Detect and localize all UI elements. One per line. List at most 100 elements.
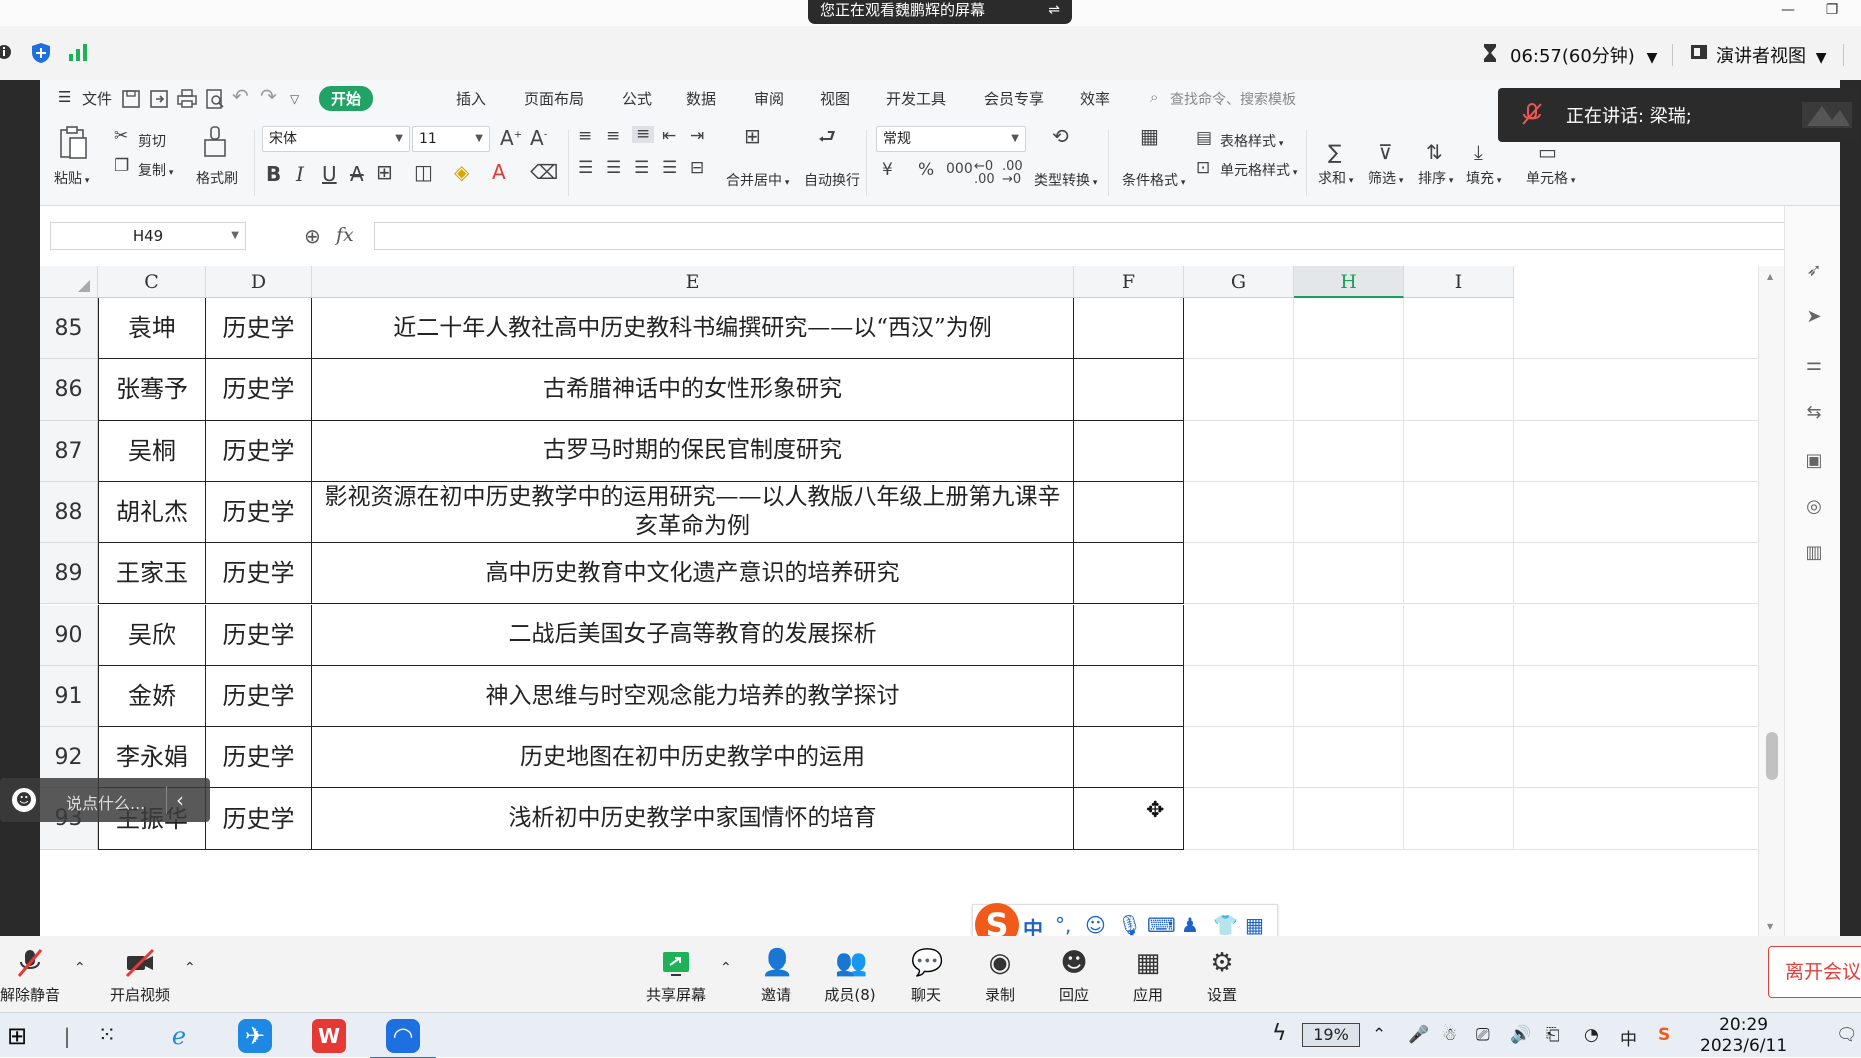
empty-cell[interactable] xyxy=(1514,420,1784,482)
unmute-button[interactable]: 解除静音 xyxy=(0,936,70,1005)
sort-icon[interactable]: ⇅ xyxy=(1426,142,1443,162)
indent-increase-icon[interactable]: ⇥ xyxy=(690,128,704,145)
battery-indicator[interactable]: 19% xyxy=(1302,1023,1360,1047)
empty-cell[interactable] xyxy=(1184,298,1294,360)
empty-cell[interactable] xyxy=(1184,420,1294,482)
cell-major[interactable]: 历史学 xyxy=(206,788,312,850)
column-header-i[interactable]: I xyxy=(1404,266,1514,298)
empty-cell[interactable] xyxy=(1514,604,1784,666)
font-name-select[interactable]: 宋体 ▼ xyxy=(262,126,410,152)
empty-cell[interactable] xyxy=(1514,359,1784,421)
empty-cell[interactable] xyxy=(1294,481,1404,544)
column-header-f[interactable]: F xyxy=(1074,266,1184,298)
cell-major[interactable]: 历史学 xyxy=(206,543,312,605)
reaction-button[interactable]: ☻ 回应 xyxy=(1034,936,1114,1005)
font-size-select[interactable]: 11 ▼ xyxy=(412,126,490,152)
decrease-font-icon[interactable]: A- xyxy=(530,128,547,148)
filter-icon[interactable]: ⊽ xyxy=(1378,142,1393,162)
scrollbar-thumb[interactable] xyxy=(1766,732,1778,780)
name-box[interactable]: H49 ▼ xyxy=(50,222,246,250)
cell-name[interactable]: 张骞予 xyxy=(98,359,206,421)
align-left-icon[interactable]: ☰ xyxy=(578,160,593,177)
share-options-icon[interactable]: ⇌ xyxy=(1048,0,1060,20)
column-header-e[interactable]: E xyxy=(312,266,1074,298)
fill-down-icon[interactable]: ⤓ xyxy=(1474,142,1483,162)
qq-icon[interactable]: ☃ xyxy=(1442,1025,1457,1045)
indent-decrease-icon[interactable]: ⇤ xyxy=(662,128,676,145)
empty-cell[interactable] xyxy=(1404,420,1514,482)
emoji-icon[interactable]: ☻ xyxy=(12,788,36,812)
increase-font-icon[interactable]: A+ xyxy=(500,128,522,148)
empty-cell[interactable] xyxy=(1184,481,1294,544)
empty-cell[interactable] xyxy=(1404,298,1514,360)
cell-name[interactable]: 金娇 xyxy=(98,665,206,728)
cell-name[interactable]: 胡礼杰 xyxy=(98,481,206,544)
empty-cell[interactable] xyxy=(1514,298,1784,360)
leave-meeting-button[interactable]: 离开会议 xyxy=(1768,946,1861,998)
empty-cell[interactable] xyxy=(1404,543,1514,605)
empty-cell[interactable] xyxy=(1514,665,1784,728)
italic-icon[interactable]: I xyxy=(296,164,304,184)
start-video-button[interactable]: 开启视频 xyxy=(100,936,180,1005)
fill-color-icon[interactable]: ◈ xyxy=(454,162,469,182)
cell-button[interactable]: 单元格 ▾ xyxy=(1526,168,1575,188)
empty-cell[interactable] xyxy=(1184,543,1294,605)
tab-home[interactable]: 开始 xyxy=(319,86,374,111)
tab-formulas[interactable]: 公式 xyxy=(622,88,652,109)
borders-icon[interactable]: ⊞ xyxy=(376,162,393,182)
table-style-button[interactable]: 表格样式 ▾ xyxy=(1220,131,1283,151)
volume-icon[interactable]: 🔊 xyxy=(1510,1025,1531,1045)
empty-cell[interactable] xyxy=(1514,481,1784,544)
empty-cell[interactable] xyxy=(1074,727,1184,789)
align-middle-icon[interactable]: ≡ xyxy=(606,128,620,145)
cell-major[interactable]: 历史学 xyxy=(206,665,312,728)
row-header[interactable]: 87 xyxy=(40,420,98,482)
chevron-down-icon[interactable]: ▼ xyxy=(1816,50,1827,66)
filter-button[interactable]: 筛选 ▾ xyxy=(1368,168,1403,188)
empty-cell[interactable] xyxy=(1294,788,1404,850)
paste-button[interactable]: 粘贴 ▾ xyxy=(54,168,89,188)
empty-cell[interactable] xyxy=(1294,543,1404,605)
empty-cell[interactable] xyxy=(1514,788,1784,850)
empty-cell[interactable] xyxy=(1294,420,1404,482)
adjust-icon[interactable]: ⚌ xyxy=(1803,354,1825,376)
empty-cell[interactable] xyxy=(1074,481,1184,544)
caret-up-icon[interactable]: ⌃ xyxy=(74,960,86,976)
hamburger-icon[interactable]: ☰ xyxy=(58,88,71,106)
cell-name[interactable]: 袁坤 xyxy=(98,298,206,360)
empty-cell[interactable] xyxy=(1074,543,1184,605)
align-center-icon[interactable]: ☰ xyxy=(606,160,621,177)
empty-cell[interactable] xyxy=(1404,665,1514,728)
empty-cell[interactable] xyxy=(1184,665,1294,728)
cell-title[interactable]: 近二十年人教社高中历史教科书编撰研究——以“西汉”为例 xyxy=(312,298,1074,360)
power-icon[interactable]: ϟ xyxy=(1272,1021,1287,1046)
file-menu[interactable]: 文件 xyxy=(82,88,112,109)
command-search[interactable]: 查找命令、搜索模板 xyxy=(1170,89,1296,109)
strikethrough-icon[interactable]: A xyxy=(350,164,364,184)
empty-cell[interactable] xyxy=(1404,788,1514,850)
row-header[interactable]: 88 xyxy=(40,481,98,544)
row-header[interactable]: 89 xyxy=(40,543,98,605)
empty-cell[interactable] xyxy=(1184,788,1294,850)
cell-major[interactable]: 历史学 xyxy=(206,298,312,360)
cell-major[interactable]: 历史学 xyxy=(206,604,312,666)
sum-icon[interactable]: ∑ xyxy=(1328,142,1341,162)
align-right-icon[interactable]: ☰ xyxy=(634,160,649,177)
book-icon[interactable]: ▥ xyxy=(1803,542,1825,564)
thousands-icon[interactable]: 000 xyxy=(946,162,973,176)
undo-icon[interactable]: ↶ xyxy=(232,84,249,108)
font-color-icon[interactable]: A xyxy=(492,162,506,182)
ime-keyboard-icon[interactable]: ⌨ xyxy=(1147,913,1176,937)
empty-cell[interactable] xyxy=(1074,298,1184,360)
wifi-icon[interactable]: ◔ xyxy=(1584,1025,1599,1045)
tab-review[interactable]: 审阅 xyxy=(754,88,784,109)
ime-emoji-icon[interactable]: ☺ xyxy=(1085,913,1106,937)
ime-voice-icon[interactable]: 🎙 xyxy=(1117,913,1142,937)
network-icon[interactable]: ⎗ xyxy=(1546,1025,1560,1045)
select-all-corner[interactable] xyxy=(40,266,98,298)
percent-icon[interactable]: % xyxy=(918,162,934,179)
align-top-icon[interactable]: ≡ xyxy=(578,128,592,145)
formula-input[interactable] xyxy=(374,222,1820,250)
sum-button[interactable]: 求和 ▾ xyxy=(1318,168,1353,188)
screen-capture-icon[interactable]: ⎚ xyxy=(1476,1025,1490,1045)
